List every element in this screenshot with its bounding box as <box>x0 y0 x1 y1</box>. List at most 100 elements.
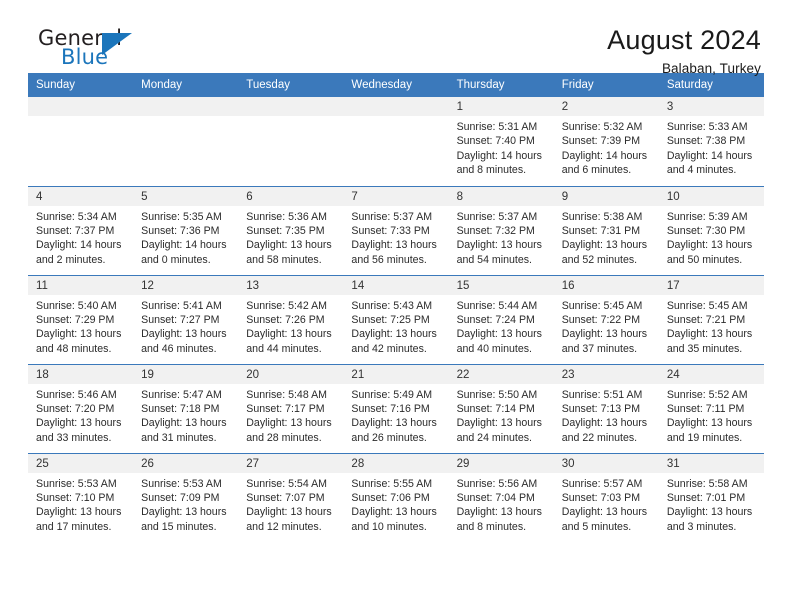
weekday-header-saturday: Saturday <box>658 73 764 97</box>
sunset-text: Sunset: 7:16 PM <box>351 402 430 415</box>
sunset-text: Sunset: 7:30 PM <box>666 224 746 237</box>
day-number: 28 <box>343 453 449 473</box>
sunset-text: Sunset: 7:09 PM <box>141 491 220 504</box>
day-details: Sunrise: 5:38 AM Sunset: 7:31 PM Daylight:… <box>554 206 659 268</box>
calendar-cell-day[interactable]: 13 Sunrise: 5:42 AM Sunset: 7:26 PM Dayligh… <box>238 274 344 364</box>
brand-logo[interactable]: General Blue <box>28 26 178 74</box>
day-number: 25 <box>28 453 134 473</box>
daylight-text-line2: and 44 minutes. <box>246 342 322 355</box>
sunrise-text: Sunrise: 5:36 AM <box>246 210 327 223</box>
sunset-text: Sunset: 7:14 PM <box>456 402 535 415</box>
day-number: 15 <box>448 275 554 295</box>
day-number: 31 <box>658 453 764 473</box>
sunset-text: Sunset: 7:18 PM <box>141 402 220 415</box>
daylight-text-line2: and 22 minutes. <box>561 431 638 444</box>
sunset-text: Sunset: 7:11 PM <box>666 402 745 415</box>
weekday-header-thursday: Thursday <box>448 73 554 97</box>
calendar-cell-day[interactable]: 30 Sunrise: 5:57 AM Sunset: 7:03 PM Dayligh… <box>553 452 659 542</box>
calendar-cell-day[interactable]: 17 Sunrise: 5:45 AM Sunset: 7:21 PM Dayligh… <box>658 274 764 364</box>
calendar-cell-day[interactable]: 1 Sunrise: 5:31 AM Sunset: 7:40 PM Daylight… <box>448 97 554 186</box>
calendar-cell-day[interactable]: 22 Sunrise: 5:50 AM Sunset: 7:14 PM Dayligh… <box>448 363 554 453</box>
calendar-cell-day[interactable]: 3 Sunrise: 5:33 AM Sunset: 7:38 PM Daylight… <box>658 97 764 186</box>
calendar-grid: Sunday Monday Tuesday Wednesday Thursday… <box>28 73 764 542</box>
daylight-text-line1: Daylight: 13 hours <box>456 506 542 519</box>
calendar-cell-day[interactable]: 28 Sunrise: 5:55 AM Sunset: 7:06 PM Dayligh… <box>343 452 449 542</box>
day-details: Sunrise: 5:34 AM Sunset: 7:37 PM Daylight:… <box>28 206 133 268</box>
day-number: 23 <box>553 364 659 384</box>
calendar-cell-day[interactable]: 29 Sunrise: 5:56 AM Sunset: 7:04 PM Dayligh… <box>448 452 554 542</box>
calendar-cell-day[interactable]: 15 Sunrise: 5:44 AM Sunset: 7:24 PM Dayligh… <box>448 274 554 364</box>
calendar-cell-day[interactable]: 6 Sunrise: 5:36 AM Sunset: 7:35 PM Daylight… <box>238 185 344 275</box>
calendar-cell-day[interactable]: 7 Sunrise: 5:37 AM Sunset: 7:33 PM Daylight… <box>343 185 449 275</box>
sunset-text: Sunset: 7:04 PM <box>456 491 535 504</box>
day-number: 9 <box>553 186 659 206</box>
daylight-text-line2: and 3 minutes. <box>666 520 737 533</box>
day-details: Sunrise: 5:54 AM Sunset: 7:07 PM Daylight:… <box>238 473 343 535</box>
weekday-header-row: Sunday Monday Tuesday Wednesday Thursday… <box>28 73 764 97</box>
calendar-cell-day[interactable]: 23 Sunrise: 5:51 AM Sunset: 7:13 PM Dayligh… <box>553 363 659 453</box>
daylight-text-line2: and 15 minutes. <box>141 520 217 533</box>
weekday-header-tuesday: Tuesday <box>238 73 344 97</box>
daylight-text-line1: Daylight: 13 hours <box>456 417 542 430</box>
daylight-text-line1: Daylight: 13 hours <box>246 417 332 430</box>
daylight-text-line1: Daylight: 13 hours <box>456 239 542 252</box>
daylight-text-line2: and 8 minutes. <box>456 520 527 533</box>
day-number: 30 <box>553 453 659 473</box>
daylight-text-line2: and 0 minutes. <box>141 253 211 266</box>
calendar-cell-day[interactable]: 26 Sunrise: 5:53 AM Sunset: 7:09 PM Dayligh… <box>133 452 239 542</box>
day-details: Sunrise: 5:40 AM Sunset: 7:29 PM Daylight:… <box>28 295 133 357</box>
sunrise-text: Sunrise: 5:34 AM <box>36 210 117 223</box>
sunrise-text: Sunrise: 5:49 AM <box>351 388 433 401</box>
calendar-cell-day[interactable]: 9 Sunrise: 5:38 AM Sunset: 7:31 PM Daylight… <box>553 185 659 275</box>
daylight-text-line2: and 58 minutes. <box>246 253 322 266</box>
day-details: Sunrise: 5:43 AM Sunset: 7:25 PM Daylight:… <box>343 295 448 357</box>
calendar-cell-day[interactable]: 31 Sunrise: 5:58 AM Sunset: 7:01 PM Dayligh… <box>658 452 764 542</box>
day-details: Sunrise: 5:52 AM Sunset: 7:11 PM Daylight:… <box>659 384 764 446</box>
day-number: 10 <box>658 186 764 206</box>
calendar-cell-day[interactable]: 21 Sunrise: 5:49 AM Sunset: 7:16 PM Dayligh… <box>343 363 449 453</box>
page-header: General Blue August 2024 Balaban, Turkey <box>28 0 764 77</box>
sunrise-text: Sunrise: 5:56 AM <box>456 477 538 490</box>
calendar-cell-day[interactable]: 14 Sunrise: 5:43 AM Sunset: 7:25 PM Dayligh… <box>343 274 449 364</box>
calendar-cell-day[interactable]: 25 Sunrise: 5:53 AM Sunset: 7:10 PM Dayligh… <box>28 452 134 542</box>
calendar-cell-day[interactable]: 18 Sunrise: 5:46 AM Sunset: 7:20 PM Dayligh… <box>28 363 134 453</box>
daylight-text-line2: and 40 minutes. <box>456 342 532 355</box>
sunset-text: Sunset: 7:38 PM <box>666 135 746 148</box>
day-details: Sunrise: 5:50 AM Sunset: 7:14 PM Daylight:… <box>449 384 554 446</box>
calendar-cell-day[interactable]: 11 Sunrise: 5:40 AM Sunset: 7:29 PM Dayligh… <box>28 274 134 364</box>
calendar-cell-day[interactable]: 24 Sunrise: 5:52 AM Sunset: 7:11 PM Dayligh… <box>658 363 764 453</box>
calendar-cell-day[interactable]: 19 Sunrise: 5:47 AM Sunset: 7:18 PM Dayligh… <box>133 363 239 453</box>
daylight-text-line1: Daylight: 13 hours <box>456 328 542 341</box>
day-number: 14 <box>343 275 449 295</box>
day-number: 21 <box>343 364 449 384</box>
sunrise-text: Sunrise: 5:35 AM <box>141 210 222 223</box>
daylight-text-line1: Daylight: 13 hours <box>351 417 437 430</box>
calendar-cell-day[interactable]: 27 Sunrise: 5:54 AM Sunset: 7:07 PM Dayligh… <box>238 452 344 542</box>
day-details: Sunrise: 5:55 AM Sunset: 7:06 PM Daylight:… <box>343 473 448 535</box>
calendar-cell-day[interactable]: 4 Sunrise: 5:34 AM Sunset: 7:37 PM Daylight… <box>28 185 134 275</box>
day-details: Sunrise: 5:51 AM Sunset: 7:13 PM Daylight:… <box>554 384 659 446</box>
calendar-week-row: 25 Sunrise: 5:53 AM Sunset: 7:10 PM Dayligh… <box>28 452 764 542</box>
daylight-text-line2: and 33 minutes. <box>36 431 112 444</box>
day-details: Sunrise: 5:41 AM Sunset: 7:27 PM Daylight:… <box>133 295 238 357</box>
day-details: Sunrise: 5:58 AM Sunset: 7:01 PM Daylight:… <box>659 473 764 535</box>
page-title: August 2024 <box>607 25 761 55</box>
calendar-cell-day[interactable]: 12 Sunrise: 5:41 AM Sunset: 7:27 PM Dayligh… <box>133 274 239 364</box>
calendar-cell-day[interactable]: 2 Sunrise: 5:32 AM Sunset: 7:39 PM Daylight… <box>553 97 659 186</box>
calendar-cell-day[interactable]: 8 Sunrise: 5:37 AM Sunset: 7:32 PM Daylight… <box>448 185 554 275</box>
sunset-text: Sunset: 7:32 PM <box>456 224 535 237</box>
daylight-text-line1: Daylight: 13 hours <box>561 417 648 430</box>
sunrise-text: Sunrise: 5:42 AM <box>246 299 327 312</box>
calendar-body: 1 Sunrise: 5:31 AM Sunset: 7:40 PM Daylight… <box>28 97 764 542</box>
daylight-text-line1: Daylight: 13 hours <box>246 506 332 519</box>
calendar-cell-day[interactable]: 16 Sunrise: 5:45 AM Sunset: 7:22 PM Dayligh… <box>553 274 659 364</box>
daylight-text-line1: Daylight: 13 hours <box>141 506 227 519</box>
calendar-cell-day[interactable]: 20 Sunrise: 5:48 AM Sunset: 7:17 PM Dayligh… <box>238 363 344 453</box>
sunset-text: Sunset: 7:06 PM <box>351 491 430 504</box>
calendar-cell-day[interactable]: 10 Sunrise: 5:39 AM Sunset: 7:30 PM Dayligh… <box>658 185 764 275</box>
sunset-text: Sunset: 7:21 PM <box>666 313 746 326</box>
sunrise-text: Sunrise: 5:44 AM <box>456 299 538 312</box>
daylight-text-line1: Daylight: 13 hours <box>561 328 648 341</box>
calendar-cell-day[interactable]: 5 Sunrise: 5:35 AM Sunset: 7:36 PM Daylight… <box>133 185 239 275</box>
daylight-text-line1: Daylight: 13 hours <box>561 239 648 252</box>
